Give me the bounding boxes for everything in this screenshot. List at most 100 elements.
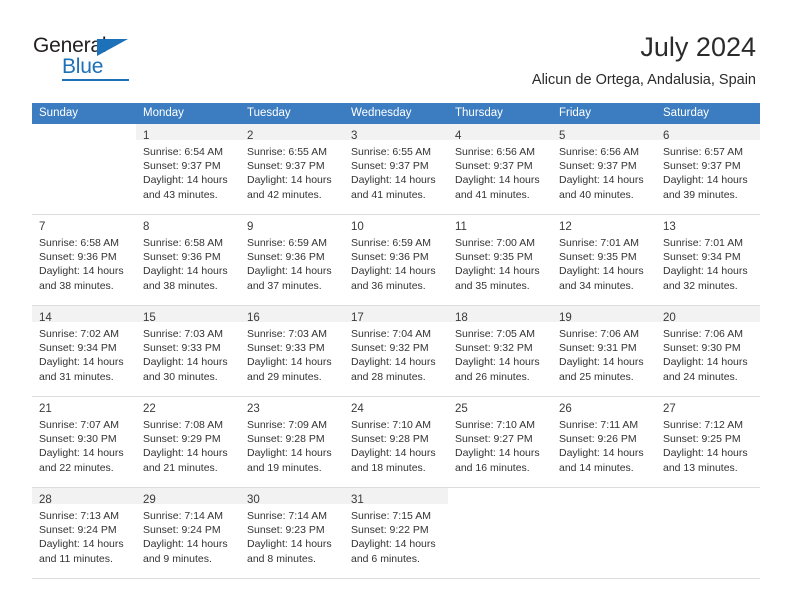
day-cell-22[interactable]: 22 Sunrise: 7:08 AM Sunset: 9:29 PM Dayligh… — [136, 397, 240, 487]
day-details: Sunrise: 6:59 AM Sunset: 9:36 PM Daylight:… — [240, 231, 344, 293]
day-detail-line: and 14 minutes. — [559, 461, 634, 474]
day-detail-line: Sunrise: 7:07 AM — [39, 419, 119, 431]
day-cell-30[interactable]: 30 Sunrise: 7:14 AM Sunset: 9:23 PM Dayligh… — [240, 488, 344, 578]
day-cell-29[interactable]: 29 Sunrise: 7:14 AM Sunset: 9:24 PM Dayligh… — [136, 488, 240, 578]
day-cell-7[interactable]: 7 Sunrise: 6:58 AM Sunset: 9:36 PM Daylight… — [32, 215, 136, 305]
day-number-bar: 14 — [32, 306, 136, 324]
day-detail-line: Sunrise: 7:03 AM — [247, 328, 327, 340]
day-detail-line: Sunrise: 7:01 AM — [663, 237, 743, 249]
day-cell-10[interactable]: 10 Sunrise: 6:59 AM Sunset: 9:36 PM Dayligh… — [344, 215, 448, 305]
day-cell-11[interactable]: 11 Sunrise: 7:00 AM Sunset: 9:35 PM Dayligh… — [448, 215, 552, 305]
day-cell-21[interactable]: 21 Sunrise: 7:07 AM Sunset: 9:30 PM Dayligh… — [32, 397, 136, 487]
day-number-bar: 5 — [552, 124, 656, 142]
day-number: 2 — [247, 130, 254, 142]
day-details: Sunrise: 6:55 AM Sunset: 9:37 PM Daylight:… — [240, 140, 344, 202]
day-cell-8[interactable]: 8 Sunrise: 6:58 AM Sunset: 9:36 PM Daylight… — [136, 215, 240, 305]
day-cell-31[interactable]: 31 Sunrise: 7:15 AM Sunset: 9:22 PM Dayligh… — [344, 488, 448, 578]
day-number-bar: 10 — [344, 215, 448, 233]
day-detail-line: Daylight: 14 hours — [39, 447, 124, 460]
day-cell-1[interactable]: 1 Sunrise: 6:54 AM Sunset: 9:37 PM Daylight… — [136, 124, 240, 214]
day-number: 25 — [455, 403, 468, 415]
day-detail-line: Sunrise: 6:56 AM — [559, 146, 639, 158]
day-cell-26[interactable]: 26 Sunrise: 7:11 AM Sunset: 9:26 PM Dayligh… — [552, 397, 656, 487]
day-number-bar: 1 — [136, 124, 240, 142]
day-details: Sunrise: 7:06 AM Sunset: 9:30 PM Daylight:… — [656, 322, 760, 384]
day-cell-20[interactable]: 20 Sunrise: 7:06 AM Sunset: 9:30 PM Dayligh… — [656, 306, 760, 396]
day-details: Sunrise: 7:09 AM Sunset: 9:28 PM Daylight:… — [240, 413, 344, 475]
day-cell-6[interactable]: 6 Sunrise: 6:57 AM Sunset: 9:37 PM Daylight… — [656, 124, 760, 214]
day-cell-16[interactable]: 16 Sunrise: 7:03 AM Sunset: 9:33 PM Dayligh… — [240, 306, 344, 396]
calendar-week-row: 14 Sunrise: 7:02 AM Sunset: 9:34 PM Dayligh… — [32, 306, 760, 397]
day-details: Sunrise: 7:01 AM Sunset: 9:35 PM Daylight:… — [552, 231, 656, 293]
day-detail-line: Sunrise: 6:58 AM — [39, 237, 119, 249]
day-cell-28[interactable]: 28 Sunrise: 7:13 AM Sunset: 9:24 PM Dayligh… — [32, 488, 136, 578]
weekday-header-wednesday: Wednesday — [351, 107, 412, 119]
day-cell-14[interactable]: 14 Sunrise: 7:02 AM Sunset: 9:34 PM Dayligh… — [32, 306, 136, 396]
day-detail-line: Sunrise: 7:15 AM — [351, 510, 431, 522]
day-cell-empty — [32, 124, 136, 214]
day-details: Sunrise: 7:15 AM Sunset: 9:22 PM Daylight:… — [344, 504, 448, 566]
day-detail-line: Daylight: 14 hours — [455, 447, 540, 460]
day-cell-27[interactable]: 27 Sunrise: 7:12 AM Sunset: 9:25 PM Dayligh… — [656, 397, 760, 487]
day-number: 5 — [559, 130, 566, 142]
day-number-bar: 31 — [344, 488, 448, 506]
day-detail-line: Sunset: 9:36 PM — [351, 251, 429, 264]
day-detail-line: Sunset: 9:37 PM — [351, 160, 429, 173]
day-number-bar: 16 — [240, 306, 344, 324]
day-number-bar: 2 — [240, 124, 344, 142]
weekday-header-tuesday: Tuesday — [247, 107, 291, 119]
day-number-bar — [552, 488, 656, 504]
day-details: Sunrise: 7:14 AM Sunset: 9:23 PM Daylight:… — [240, 504, 344, 566]
day-cell-25[interactable]: 25 Sunrise: 7:10 AM Sunset: 9:27 PM Dayligh… — [448, 397, 552, 487]
day-detail-line: Sunrise: 6:55 AM — [351, 146, 431, 158]
day-number: 23 — [247, 403, 260, 415]
day-number-bar: 21 — [32, 397, 136, 415]
day-details: Sunrise: 6:56 AM Sunset: 9:37 PM Daylight:… — [552, 140, 656, 202]
day-cell-13[interactable]: 13 Sunrise: 7:01 AM Sunset: 9:34 PM Dayligh… — [656, 215, 760, 305]
day-cell-18[interactable]: 18 Sunrise: 7:05 AM Sunset: 9:32 PM Dayligh… — [448, 306, 552, 396]
day-detail-line: Sunset: 9:37 PM — [143, 160, 221, 173]
day-cell-5[interactable]: 5 Sunrise: 6:56 AM Sunset: 9:37 PM Daylight… — [552, 124, 656, 214]
page-subtitle: Alicun de Ortega, Andalusia, Spain — [531, 72, 756, 88]
day-cell-12[interactable]: 12 Sunrise: 7:01 AM Sunset: 9:35 PM Dayligh… — [552, 215, 656, 305]
day-detail-line: and 26 minutes. — [455, 370, 530, 383]
weekday-header-sunday: Sunday — [39, 107, 79, 119]
weekday-header-monday: Monday — [143, 107, 184, 119]
day-details: Sunrise: 7:03 AM Sunset: 9:33 PM Daylight:… — [136, 322, 240, 384]
day-number-bar: 28 — [32, 488, 136, 506]
day-detail-line: Sunset: 9:36 PM — [143, 251, 221, 264]
day-detail-line: Daylight: 14 hours — [143, 356, 228, 369]
day-detail-line: Daylight: 14 hours — [247, 174, 332, 187]
day-cell-4[interactable]: 4 Sunrise: 6:56 AM Sunset: 9:37 PM Daylight… — [448, 124, 552, 214]
day-cell-15[interactable]: 15 Sunrise: 7:03 AM Sunset: 9:33 PM Dayligh… — [136, 306, 240, 396]
day-detail-line: and 19 minutes. — [247, 461, 322, 474]
day-cell-24[interactable]: 24 Sunrise: 7:10 AM Sunset: 9:28 PM Dayligh… — [344, 397, 448, 487]
day-detail-line: and 22 minutes. — [39, 461, 114, 474]
day-number-bar: 26 — [552, 397, 656, 415]
day-detail-line: Daylight: 14 hours — [247, 538, 332, 551]
day-detail-line: Daylight: 14 hours — [143, 538, 228, 551]
day-cell-17[interactable]: 17 Sunrise: 7:04 AM Sunset: 9:32 PM Dayligh… — [344, 306, 448, 396]
day-details: Sunrise: 6:55 AM Sunset: 9:37 PM Daylight:… — [344, 140, 448, 202]
day-detail-line: and 29 minutes. — [247, 370, 322, 383]
day-details: Sunrise: 7:04 AM Sunset: 9:32 PM Daylight:… — [344, 322, 448, 384]
day-cell-2[interactable]: 2 Sunrise: 6:55 AM Sunset: 9:37 PM Daylight… — [240, 124, 344, 214]
day-number-bar: 22 — [136, 397, 240, 415]
day-detail-line: Sunrise: 7:08 AM — [143, 419, 223, 431]
day-number: 21 — [39, 403, 52, 415]
day-detail-line: Sunrise: 6:59 AM — [247, 237, 327, 249]
day-number-bar: 17 — [344, 306, 448, 324]
day-number-bar — [32, 124, 136, 140]
day-cell-19[interactable]: 19 Sunrise: 7:06 AM Sunset: 9:31 PM Dayligh… — [552, 306, 656, 396]
day-number: 8 — [143, 221, 150, 233]
general-blue-logo: General Blue — [33, 34, 183, 81]
day-cell-3[interactable]: 3 Sunrise: 6:55 AM Sunset: 9:37 PM Daylight… — [344, 124, 448, 214]
day-detail-line: and 11 minutes. — [39, 552, 113, 565]
day-detail-line: Sunset: 9:24 PM — [39, 524, 117, 537]
day-detail-line: and 34 minutes. — [559, 279, 634, 292]
day-cell-9[interactable]: 9 Sunrise: 6:59 AM Sunset: 9:36 PM Daylight… — [240, 215, 344, 305]
day-details: Sunrise: 7:05 AM Sunset: 9:32 PM Daylight:… — [448, 322, 552, 384]
day-number-bar: 8 — [136, 215, 240, 233]
day-cell-23[interactable]: 23 Sunrise: 7:09 AM Sunset: 9:28 PM Dayligh… — [240, 397, 344, 487]
day-cell-empty — [448, 488, 552, 578]
